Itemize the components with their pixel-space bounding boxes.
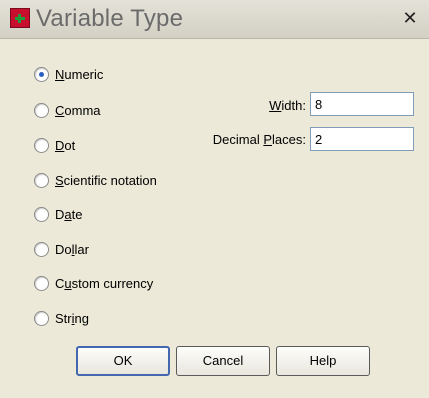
radio-button-icon[interactable] [34, 137, 49, 153]
radio-button-icon[interactable] [34, 275, 49, 291]
radio-label-string: String [55, 310, 89, 326]
radio-label-dot: Dot [55, 137, 76, 153]
radio-date[interactable]: Date [34, 205, 82, 223]
radio-dollar[interactable]: Dollar [34, 240, 89, 258]
radio-comma[interactable]: Comma [34, 101, 101, 119]
cancel-button[interactable]: Cancel [176, 346, 270, 376]
decimal-places-input[interactable] [310, 127, 414, 151]
radio-button-icon[interactable] [34, 310, 49, 326]
radio-scientific-notation[interactable]: Scientific notation [34, 171, 157, 189]
window-title: Variable Type [36, 5, 184, 32]
radio-label-custom-currency: Custom currency [55, 275, 154, 291]
ok-button[interactable]: OK [76, 346, 170, 376]
width-label: Width: [269, 98, 306, 113]
radio-label-numeric: Numeric [55, 66, 104, 82]
title-bar[interactable]: Variable Type ✕ [0, 0, 429, 39]
radio-button-icon[interactable] [34, 66, 49, 82]
decimal-places-label: Decimal Places: [212, 132, 306, 147]
radio-label-scientific-notation: Scientific notation [55, 172, 157, 188]
radio-button-icon[interactable] [34, 102, 49, 118]
radio-button-icon[interactable] [34, 241, 49, 257]
close-button[interactable]: ✕ [399, 9, 421, 29]
width-input[interactable] [310, 92, 414, 116]
help-button[interactable]: Help [276, 346, 370, 376]
app-icon [10, 8, 30, 28]
radio-button-icon[interactable] [34, 206, 49, 222]
radio-button-icon[interactable] [34, 172, 49, 188]
radio-string[interactable]: String [34, 309, 89, 327]
radio-custom-currency[interactable]: Custom currency [34, 274, 153, 292]
radio-label-dollar: Dollar [55, 241, 89, 257]
radio-label-date: Date [55, 206, 83, 222]
radio-label-comma: Comma [55, 102, 101, 118]
radio-numeric[interactable]: Numeric [34, 65, 103, 83]
close-icon: ✕ [402, 8, 418, 29]
radio-dot[interactable]: Dot [34, 136, 75, 154]
